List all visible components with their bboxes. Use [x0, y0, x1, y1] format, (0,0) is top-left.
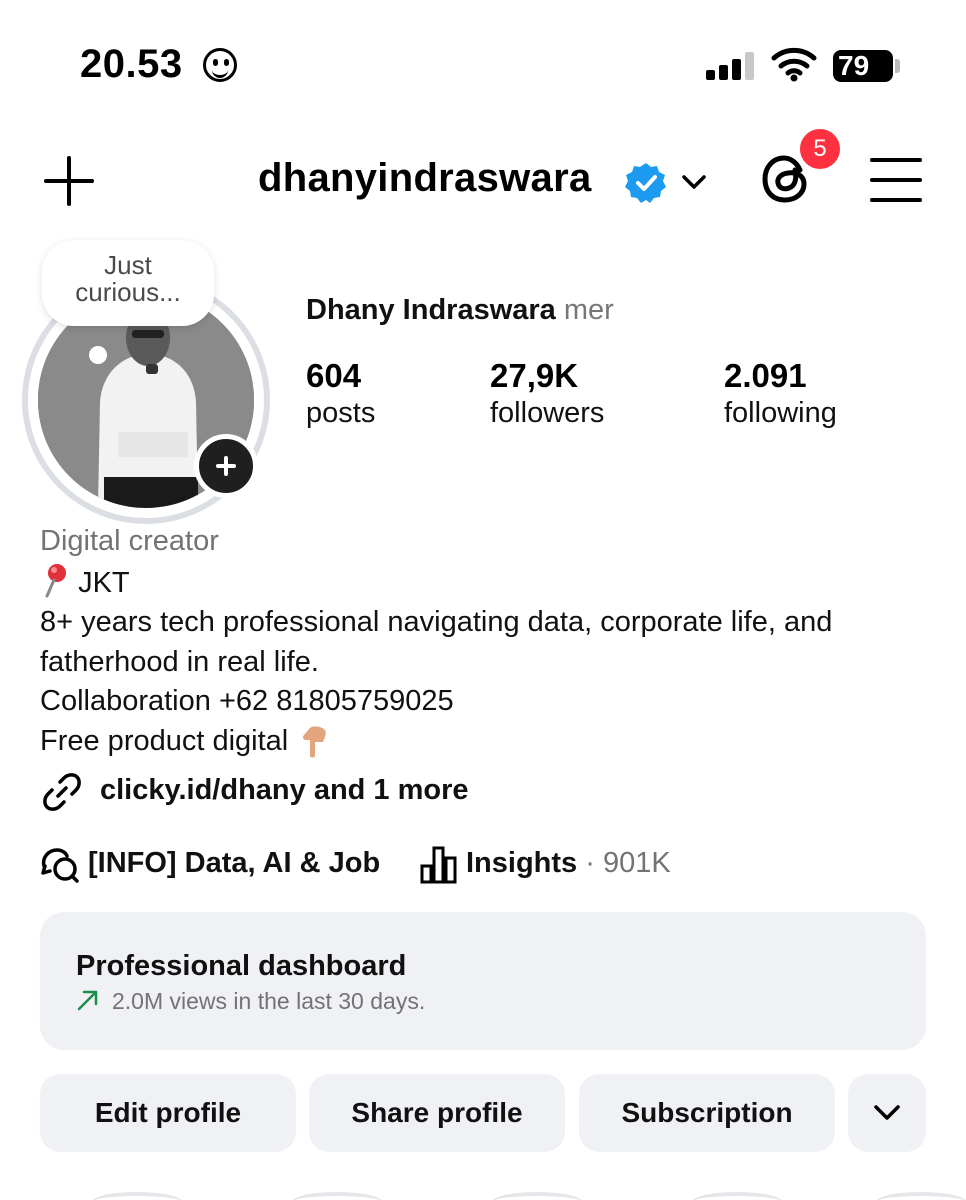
posts-label: posts: [306, 397, 376, 429]
link-chain-icon: [43, 773, 81, 811]
menu-hamburger-icon[interactable]: [870, 158, 922, 202]
battery-level: 79: [833, 50, 893, 82]
add-story-plus-icon[interactable]: [194, 434, 258, 498]
account-switch-chevron-icon[interactable]: [680, 168, 708, 196]
professional-dashboard-card[interactable]: Professional dashboard 2.0M views in the…: [40, 912, 926, 1050]
highlight-circle-partial: [292, 1192, 382, 1200]
followers-stat[interactable]: 27,9K followers: [490, 356, 604, 430]
channel-insights-row: [INFO] Data, AI & Job Insights · 901K: [40, 842, 940, 886]
suggested-accounts-button[interactable]: [848, 1074, 926, 1152]
smiley-icon: [203, 48, 237, 82]
battery-tip: [895, 59, 900, 73]
posts-stat[interactable]: 604 posts: [306, 356, 375, 430]
location-line: JKT: [40, 562, 940, 604]
channel-name[interactable]: [INFO] Data, AI & Job: [88, 847, 380, 880]
pointing-down-hand-icon: [303, 725, 326, 757]
highlight-circle-partial: [92, 1192, 182, 1200]
bio-collaboration: Collaboration +62 81805759025: [40, 685, 454, 717]
wifi-icon: [771, 47, 817, 82]
create-plus-icon[interactable]: [40, 152, 98, 210]
highlight-circle-partial: [876, 1192, 966, 1200]
round-pushpin-icon: [45, 563, 66, 597]
following-label: following: [724, 397, 837, 429]
cellular-signal-icon: [706, 52, 756, 80]
username[interactable]: dhanyindraswara: [258, 156, 592, 201]
bio-description: 8+ years tech professional navigating da…: [40, 606, 833, 678]
dashboard-subtitle: 2.0M views in the last 30 days.: [76, 988, 425, 1015]
bio: Digital creator JKT 8+ years tech profes…: [40, 522, 940, 761]
insights-label: Insights: [466, 847, 578, 879]
dashboard-title: Professional dashboard: [76, 950, 407, 982]
bio-free-product-line: Free product digital: [40, 722, 940, 762]
dashboard-views-text: 2.0M views in the last 30 days.: [112, 988, 426, 1014]
pronouns: mer: [563, 294, 614, 326]
highlight-circle-partial: [692, 1192, 782, 1200]
display-name-text: Dhany Indraswara: [306, 294, 556, 326]
location-text: JKT: [78, 566, 130, 599]
trend-up-arrow-icon: [77, 990, 98, 1011]
highlight-circle-partial: [492, 1192, 582, 1200]
category-label: Digital creator: [40, 525, 219, 557]
status-bar: 20.53 79: [0, 0, 966, 130]
insights-bar-chart-icon: [420, 846, 457, 884]
status-time: 20.53: [80, 42, 183, 86]
display-name: Dhany Indraswara mer: [306, 294, 614, 327]
link-text[interactable]: clicky.id/dhany and 1 more: [100, 774, 469, 807]
subscription-button[interactable]: Subscription: [579, 1074, 835, 1152]
chevron-down-icon: [874, 1105, 900, 1120]
verified-badge-icon: [625, 163, 666, 203]
insights-link[interactable]: Insights · 901K: [466, 847, 671, 880]
following-stat[interactable]: 2.091 following: [724, 356, 837, 430]
bio-free-product: Free product digital: [40, 724, 289, 757]
note-bubble-dot: [89, 346, 107, 364]
followers-label: followers: [490, 397, 605, 429]
edit-profile-button[interactable]: Edit profile: [40, 1074, 296, 1152]
note-bubble[interactable]: Just curious...: [42, 240, 214, 326]
followers-count: 27,9K: [490, 357, 579, 394]
broadcast-channel-icon: [41, 848, 79, 883]
share-profile-button[interactable]: Share profile: [309, 1074, 565, 1152]
following-count: 2.091: [724, 357, 807, 394]
insights-count: · 901K: [585, 847, 671, 879]
threads-notification-badge: 5: [797, 126, 843, 172]
posts-count: 604: [306, 357, 362, 394]
